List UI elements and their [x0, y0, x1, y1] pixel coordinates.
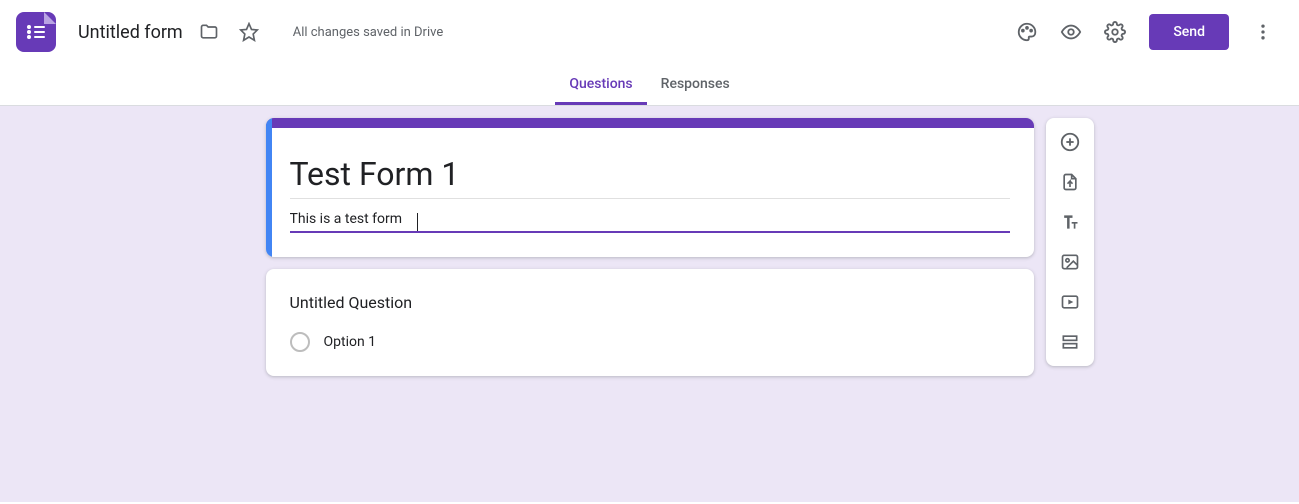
- add-title-icon: [1060, 212, 1080, 232]
- tab-responses[interactable]: Responses: [647, 64, 744, 105]
- side-toolbar: [1046, 118, 1094, 366]
- import-questions-button[interactable]: [1050, 162, 1090, 202]
- palette-icon: [1016, 21, 1038, 43]
- text-caret: [417, 213, 418, 231]
- more-vert-icon: [1253, 22, 1273, 42]
- send-button[interactable]: Send: [1149, 14, 1229, 50]
- settings-button[interactable]: [1095, 12, 1135, 52]
- eye-icon: [1060, 21, 1082, 43]
- focus-indicator: [266, 118, 272, 257]
- question-card[interactable]: Untitled Question Option 1: [266, 269, 1034, 376]
- accent-bar: [266, 118, 1034, 128]
- form-header-card[interactable]: [266, 118, 1034, 257]
- form-description-input[interactable]: [290, 205, 1010, 233]
- add-image-icon: [1060, 252, 1080, 272]
- radio-icon: [290, 332, 310, 352]
- option-label[interactable]: Option 1: [324, 334, 377, 350]
- star-button[interactable]: [229, 12, 269, 52]
- option-row[interactable]: Option 1: [290, 332, 1010, 352]
- form-canvas: Untitled Question Option 1: [0, 106, 1299, 502]
- star-icon: [239, 22, 259, 42]
- form-title-input[interactable]: [290, 150, 1010, 199]
- more-button[interactable]: [1243, 12, 1283, 52]
- customize-theme-button[interactable]: [1007, 12, 1047, 52]
- add-video-icon: [1060, 292, 1080, 312]
- move-to-folder-button[interactable]: [189, 12, 229, 52]
- gear-icon: [1104, 21, 1126, 43]
- add-image-button[interactable]: [1050, 242, 1090, 282]
- add-title-button[interactable]: [1050, 202, 1090, 242]
- tab-questions[interactable]: Questions: [555, 64, 646, 105]
- add-section-button[interactable]: [1050, 322, 1090, 362]
- import-questions-icon: [1060, 172, 1080, 192]
- forms-logo[interactable]: [16, 12, 56, 52]
- save-status: All changes saved in Drive: [293, 25, 444, 40]
- header: Untitled form All changes saved in Drive…: [0, 0, 1299, 64]
- question-title[interactable]: Untitled Question: [290, 293, 1010, 312]
- add-question-button[interactable]: [1050, 122, 1090, 162]
- preview-button[interactable]: [1051, 12, 1091, 52]
- folder-icon: [199, 22, 219, 42]
- add-section-icon: [1060, 332, 1080, 352]
- add-video-button[interactable]: [1050, 282, 1090, 322]
- document-title[interactable]: Untitled form: [72, 18, 189, 47]
- tabs-row: Questions Responses: [0, 64, 1299, 106]
- add-question-icon: [1059, 131, 1081, 153]
